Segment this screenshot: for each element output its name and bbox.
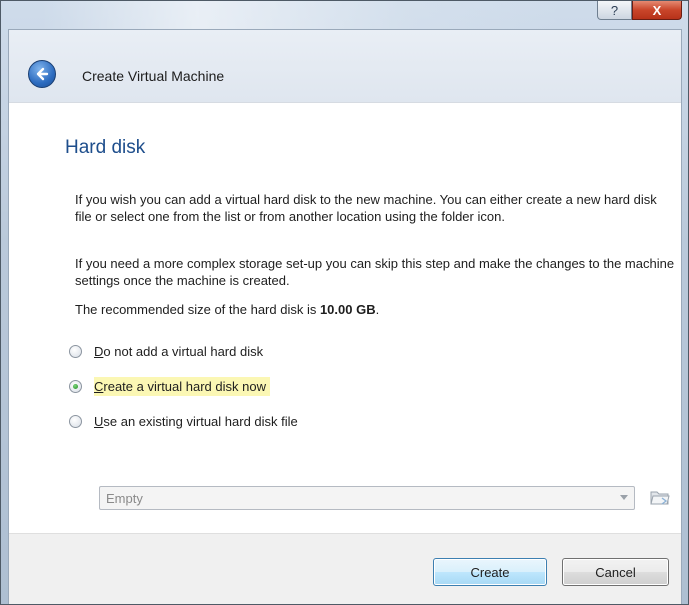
back-arrow-icon	[36, 67, 49, 81]
radio-create-disk[interactable]	[69, 379, 82, 393]
chevron-down-icon	[620, 495, 628, 500]
label-text: reate a virtual hard disk now	[103, 378, 266, 394]
option-create-disk[interactable]: Create a virtual hard disk now	[69, 375, 270, 397]
label-text: se an existing virtual hard disk file	[103, 413, 298, 429]
option-no-disk-label: Do not add a virtual hard disk	[94, 342, 267, 361]
dialog-header: Create Virtual Machine	[9, 30, 681, 102]
folder-icon[interactable]	[650, 488, 670, 506]
back-button[interactable]	[28, 60, 56, 88]
dialog-footer: Create Cancel	[9, 533, 681, 604]
window-title: Create Virtual Machine	[82, 68, 225, 84]
option-create-disk-label: Create a virtual hard disk now	[94, 376, 270, 396]
recommended-size-suffix: .	[375, 302, 380, 317]
option-no-disk[interactable]: Do not add a virtual hard disk	[69, 340, 267, 362]
create-button[interactable]: Create	[433, 558, 547, 586]
intro-paragraph: If you wish you can add a virtual hard d…	[75, 192, 657, 224]
mnemonic: U	[94, 413, 104, 429]
close-button[interactable]: X	[632, 1, 682, 20]
disk-file-select[interactable]: Empty	[99, 486, 635, 510]
close-icon: X	[652, 2, 662, 18]
mnemonic: C	[94, 378, 104, 394]
recommended-size-text: The recommended size of the hard disk is…	[75, 301, 675, 318]
option-existing-disk-label: Use an existing virtual hard disk file	[94, 412, 302, 431]
dialog: Create Virtual Machine Hard disk If you …	[8, 29, 682, 604]
help-icon: ?	[610, 2, 619, 18]
cancel-button[interactable]: Cancel	[562, 558, 669, 586]
advanced-paragraph: If you need a more complex storage set-u…	[75, 256, 675, 288]
window-frame: ? X Create Virtual Machine Hard disk If …	[0, 0, 689, 605]
label-text: o not add a virtual hard disk	[103, 343, 264, 359]
disk-file-select-value: Empty	[106, 491, 143, 506]
help-button[interactable]: ?	[597, 1, 632, 20]
radio-existing-disk[interactable]	[69, 414, 82, 428]
radio-no-disk[interactable]	[69, 344, 82, 358]
recommended-size-prefix: The recommended size of the hard disk is	[75, 302, 320, 317]
page-title: Hard disk	[65, 137, 146, 158]
wizard-page: Hard disk If you wish you can add a virt…	[9, 102, 681, 533]
recommended-size-value: 10.00 GB	[319, 302, 376, 317]
mnemonic: D	[94, 343, 104, 359]
option-existing-disk[interactable]: Use an existing virtual hard disk file	[69, 410, 302, 432]
title-bar-buttons: ? X	[597, 1, 682, 21]
